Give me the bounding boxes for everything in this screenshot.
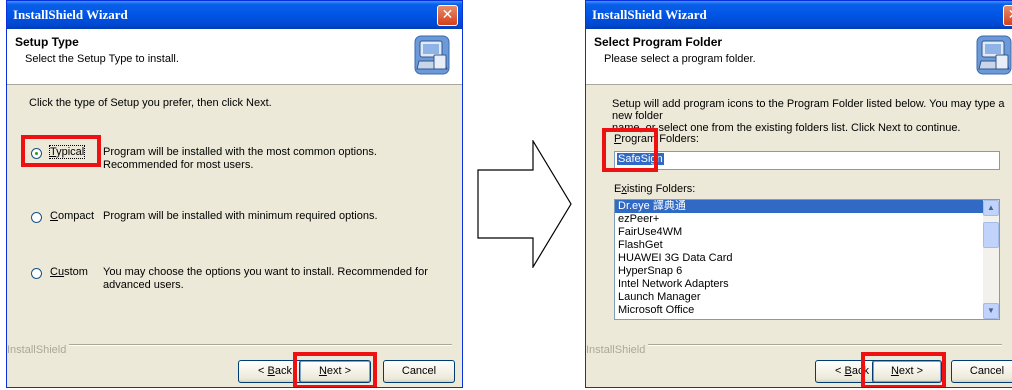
brand-divider <box>648 344 1002 346</box>
window-title: InstallShield Wizard <box>13 7 128 22</box>
highlight-typical-box <box>21 135 101 167</box>
header-subtitle: Select the Setup Type to install. <box>25 53 179 65</box>
wizard-body: Setup will add program icons to the Prog… <box>586 85 1012 355</box>
instruction-text: Setup will add program icons to the Prog… <box>612 98 1012 134</box>
list-item[interactable]: HyperSnap 6 <box>615 265 999 278</box>
wizard-header: Select Program Folder Please select a pr… <box>586 29 1012 85</box>
custom-description: You may choose the options you want to i… <box>103 266 428 291</box>
close-button[interactable]: ✕ <box>1003 5 1012 26</box>
list-item[interactable]: ezPeer+ <box>615 213 999 226</box>
existing-folders-list[interactable]: Dr.eye 譯典通 ezPeer+ FairUse4WM FlashGet H… <box>614 199 1000 320</box>
wizard-body: Click the type of Setup you prefer, then… <box>7 85 462 355</box>
installshield-brand: InstallShield <box>586 344 646 356</box>
title-bar[interactable]: InstallShield Wizard ✕ <box>7 1 462 29</box>
scroll-up-button[interactable]: ▲ <box>983 200 999 216</box>
scroll-thumb[interactable] <box>983 222 999 248</box>
cancel-button[interactable]: Cancel <box>383 360 455 383</box>
title-bar[interactable]: InstallShield Wizard ✕ <box>586 1 1012 29</box>
instruction-text: Click the type of Setup you prefer, then… <box>29 97 272 109</box>
computer-icon <box>414 35 450 75</box>
scroll-down-button[interactable]: ▼ <box>983 303 999 319</box>
header-subtitle: Please select a program folder. <box>604 53 756 65</box>
vertical-scrollbar[interactable]: ▲ ▼ <box>983 200 999 319</box>
list-item[interactable]: FairUse4WM <box>615 226 999 239</box>
existing-folders-label: Existing Folders: <box>614 183 696 195</box>
program-folder-input[interactable]: SafeSign <box>614 151 1000 170</box>
highlight-program-folder-box <box>602 128 658 172</box>
arrow-right-icon <box>477 140 572 268</box>
wizard-header: Setup Type Select the Setup Type to inst… <box>7 29 462 85</box>
header-title: Setup Type <box>15 35 79 49</box>
list-item[interactable]: HUAWEI 3G Data Card <box>615 252 999 265</box>
brand-divider <box>69 344 452 346</box>
custom-radio[interactable] <box>31 268 42 279</box>
custom-label[interactable]: Custom <box>50 266 88 278</box>
list-item[interactable]: Microsoft Office <box>615 304 999 317</box>
typical-description: Program will be installed with the most … <box>103 146 377 171</box>
highlight-next-box <box>861 352 946 387</box>
select-program-folder-dialog: InstallShield Wizard ✕ Select Program Fo… <box>585 0 1012 388</box>
close-button[interactable]: ✕ <box>437 5 458 26</box>
list-item[interactable]: Launch Manager <box>615 291 999 304</box>
list-item[interactable]: Dr.eye 譯典通 <box>615 200 999 213</box>
close-icon: ✕ <box>441 7 454 23</box>
list-item[interactable]: FlashGet <box>615 239 999 252</box>
header-title: Select Program Folder <box>594 35 723 49</box>
computer-icon <box>976 35 1012 75</box>
installshield-brand: InstallShield <box>7 344 67 356</box>
close-icon: ✕ <box>1008 7 1012 23</box>
highlight-next-box <box>293 352 377 387</box>
cancel-button[interactable]: Cancel <box>951 360 1012 383</box>
list-item[interactable]: Intel Network Adapters <box>615 278 999 291</box>
compact-label[interactable]: Compact <box>50 210 94 222</box>
window-title: InstallShield Wizard <box>592 7 707 22</box>
instruction-line-1: Setup will add program icons to the Prog… <box>612 98 1005 122</box>
compact-radio[interactable] <box>31 212 42 223</box>
setup-type-dialog: InstallShield Wizard ✕ Setup Type Select… <box>6 0 463 388</box>
compact-description: Program will be installed with minimum r… <box>103 210 378 222</box>
